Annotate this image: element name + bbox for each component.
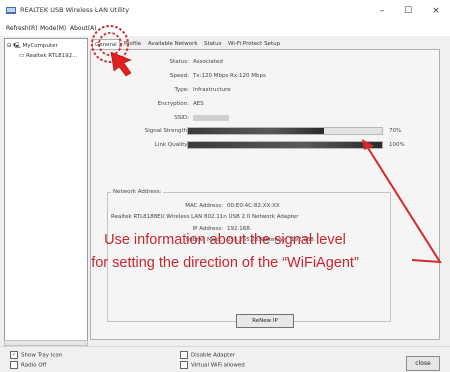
title-bar: REALTEK USB Wireless LAN Utility – ☐ ×: [0, 0, 450, 22]
window-close-button[interactable]: ×: [424, 3, 448, 19]
status-label: Status:: [169, 59, 189, 65]
signal-strength-bar: [187, 127, 383, 135]
maximize-button[interactable]: ☐: [396, 3, 420, 19]
window-title: REALTEK USB Wireless LAN Utility: [20, 6, 130, 14]
menu-refresh[interactable]: Refresh(R): [6, 25, 38, 32]
bottom-bar: ✓ Show Tray Icon Radio Off Disable Adapte…: [0, 346, 450, 372]
tree-root-label: MyComputer: [22, 43, 58, 49]
tab-status[interactable]: Status: [202, 39, 224, 49]
virtual-wifi-checkbox[interactable]: Virtual WiFi allowed: [180, 361, 245, 369]
tab-profile[interactable]: Profile: [122, 39, 143, 49]
signal-strength-fill: [188, 128, 324, 134]
ssid-label: SSID:: [174, 115, 189, 121]
menu-bar: Refresh(R) Mode(M) About(A): [0, 22, 450, 36]
tab-available-network[interactable]: Available Network: [146, 39, 200, 49]
checkmark-icon: ✓: [10, 351, 18, 359]
disable-adapter-label: Disable Adapter: [191, 352, 235, 359]
encryption-label: Encryption:: [157, 101, 189, 107]
app-window: REALTEK USB Wireless LAN Utility – ☐ × R…: [0, 0, 450, 372]
speed-value: Tx:120 Mbps Rx:120 Mbps: [193, 73, 266, 79]
annotation-line-2: for setting the direction of the “WiFiAg…: [91, 255, 359, 271]
radio-off-checkbox[interactable]: Radio Off: [10, 361, 46, 369]
close-button[interactable]: close: [406, 356, 440, 371]
device-tree[interactable]: ⊟ 🖳 MyComputer ▭ Realtek RTL8192...: [4, 38, 88, 342]
general-tab-content: Status: Associated Speed: Tx:120 Mbps Rx…: [90, 49, 440, 340]
mac-address-label: MAC Address:: [185, 203, 223, 209]
app-icon: [6, 7, 16, 14]
network-adapter-icon: ▭: [19, 53, 25, 59]
signal-strength-percent: 70%: [389, 128, 402, 134]
signal-strength-label: Signal Strength:: [144, 128, 189, 134]
tree-node-adapter[interactable]: ▭ Realtek RTL8192...: [19, 53, 77, 59]
tab-wifi-protect-setup[interactable]: Wi-Fi Protect Setup: [226, 39, 282, 49]
main-panel: General Profile Available Network Status…: [90, 38, 440, 340]
link-quality-fill: [188, 142, 382, 148]
link-quality-percent: 100%: [389, 142, 405, 148]
annotation-line-1: Use information about the signal level: [104, 232, 346, 248]
disable-adapter-checkbox[interactable]: Disable Adapter: [180, 351, 235, 359]
tree-child-label: Realtek RTL8192...: [25, 53, 78, 59]
show-tray-icon-label: Show Tray Icon: [21, 352, 63, 359]
network-address-title: Network Address:: [111, 189, 164, 195]
renew-ip-button[interactable]: ReNew IP: [236, 314, 294, 328]
radio-off-label: Radio Off: [21, 362, 47, 369]
ssid-value-redacted: [193, 115, 229, 121]
minimize-button[interactable]: –: [370, 3, 394, 19]
menu-about[interactable]: About(A): [70, 25, 97, 32]
show-tray-icon-checkbox[interactable]: ✓ Show Tray Icon: [10, 351, 62, 359]
type-label: Type:: [174, 87, 190, 93]
status-value: Associated: [193, 59, 223, 65]
virtual-wifi-label: Virtual WiFi allowed: [191, 362, 245, 369]
menu-mode[interactable]: Mode(M): [40, 25, 66, 32]
encryption-value: AES: [193, 101, 204, 107]
collapse-icon[interactable]: ⊟: [7, 43, 12, 49]
type-value: Infrastructure: [193, 87, 231, 93]
mac-address-value: 00:E0:4C:82:XX:XX: [227, 203, 280, 209]
adapter-description: Realtek RTL8188EU Wireless LAN 802.11n U…: [111, 214, 299, 220]
tree-node-mycomputer[interactable]: ⊟ 🖳 MyComputer: [7, 42, 58, 51]
link-quality-label: Link Quality:: [154, 142, 189, 148]
annotation-text: Use information about the signal level f…: [0, 229, 450, 275]
speed-label: Speed:: [169, 73, 189, 79]
link-quality-bar: [187, 141, 383, 149]
computer-icon: 🖳: [13, 43, 21, 49]
